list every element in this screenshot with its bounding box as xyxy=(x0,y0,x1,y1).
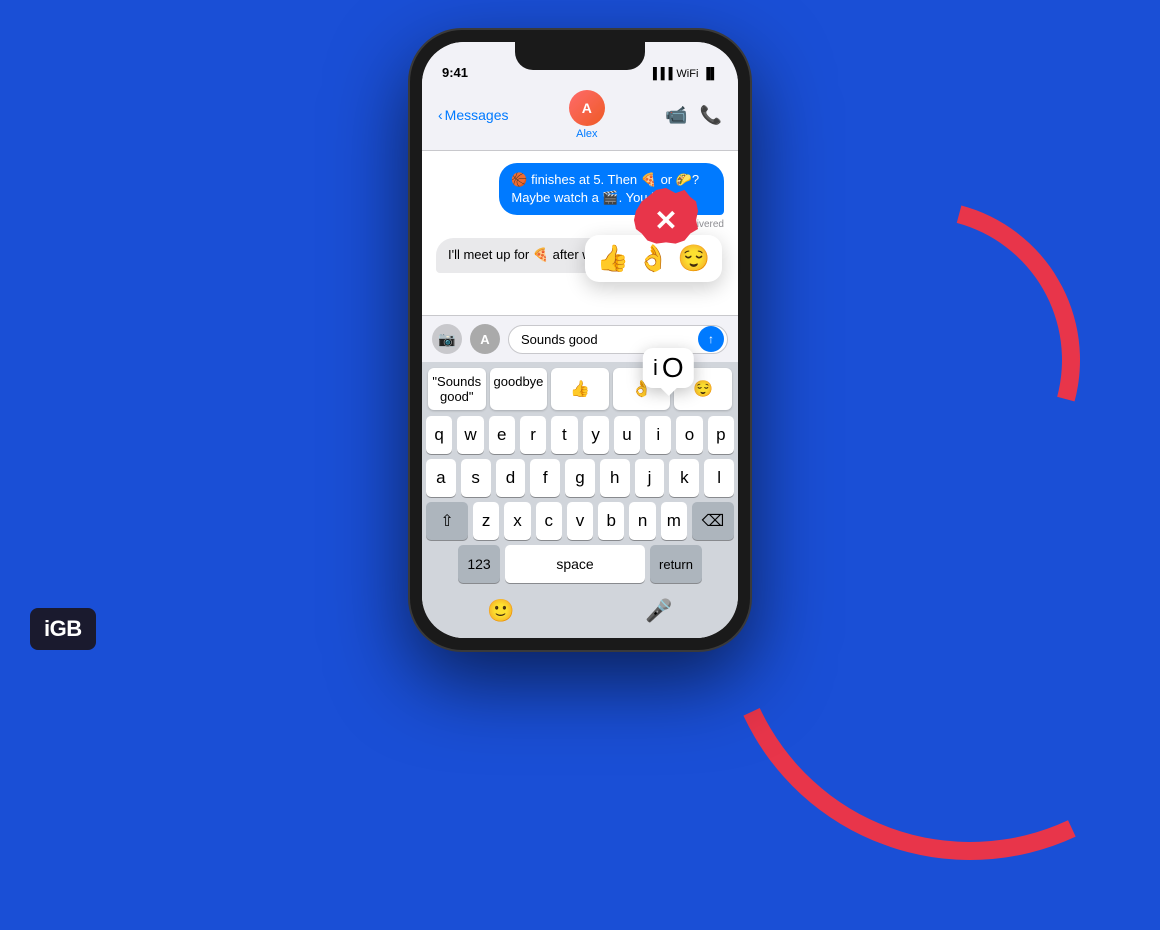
keyboard-row-1: q w e r t y u i i O o p xyxy=(426,416,734,454)
key-y[interactable]: y xyxy=(583,416,609,454)
messages-header: ‹ Messages A Alex 📹 📞 xyxy=(422,86,738,151)
popup-i: i xyxy=(653,357,658,379)
key-e[interactable]: e xyxy=(489,416,515,454)
predictive-sounds-good[interactable]: "Sounds good" xyxy=(428,368,486,410)
popup-O: O xyxy=(662,354,684,382)
key-d[interactable]: d xyxy=(496,459,526,497)
key-p[interactable]: p xyxy=(708,416,734,454)
predictive-thumbsup[interactable]: 👍 xyxy=(551,368,609,410)
phone-screen: 9:41 ▐▐▐ WiFi ▐▌ ‹ Messages A Alex 📹 📞 xyxy=(422,42,738,638)
status-time: 9:41 xyxy=(442,65,468,80)
key-b[interactable]: b xyxy=(598,502,624,540)
battery-icon: ▐▌ xyxy=(702,68,718,80)
app-icon: A xyxy=(480,332,489,347)
key-c[interactable]: c xyxy=(536,502,562,540)
key-i[interactable]: i i O xyxy=(645,416,671,454)
key-o[interactable]: o xyxy=(676,416,702,454)
emoji-thumbsup[interactable]: 👍 xyxy=(597,243,629,274)
key-q[interactable]: q xyxy=(426,416,452,454)
num-key[interactable]: 123 xyxy=(458,545,500,583)
camera-button[interactable]: 📷 xyxy=(432,324,462,354)
key-h[interactable]: h xyxy=(600,459,630,497)
keyboard-row-3: ⇧ z x c v b n m ⌫ xyxy=(426,502,734,540)
phone-call-icon[interactable]: 📞 xyxy=(700,105,722,126)
app-button[interactable]: A xyxy=(470,324,500,354)
compose-input-wrapper: ↑ xyxy=(508,325,728,354)
compose-input[interactable] xyxy=(508,325,728,354)
status-icons: ▐▐▐ WiFi ▐▌ xyxy=(649,68,718,80)
back-button[interactable]: ‹ Messages xyxy=(438,107,508,123)
key-t[interactable]: t xyxy=(551,416,577,454)
space-key[interactable]: space xyxy=(505,545,645,583)
key-x[interactable]: x xyxy=(504,502,530,540)
signal-icon: ▐▐▐ xyxy=(649,68,672,80)
shift-key[interactable]: ⇧ xyxy=(426,502,468,540)
send-icon: ↑ xyxy=(708,332,714,346)
key-a[interactable]: a xyxy=(426,459,456,497)
key-u[interactable]: u xyxy=(614,416,640,454)
return-key[interactable]: return xyxy=(650,545,702,583)
emoji-keyboard-icon[interactable]: 🙂 xyxy=(487,598,514,624)
camera-icon: 📷 xyxy=(438,331,455,348)
video-call-icon[interactable]: 📹 xyxy=(665,105,687,126)
key-popup: i O xyxy=(643,348,694,388)
close-icon: ✕ xyxy=(654,204,677,237)
bottom-bar: 🙂 🎤 xyxy=(422,592,738,638)
send-button[interactable]: ↑ xyxy=(698,326,724,352)
key-l[interactable]: l xyxy=(704,459,734,497)
mic-icon[interactable]: 🎤 xyxy=(645,598,672,624)
emoji-ok[interactable]: 👌 xyxy=(637,243,669,274)
wifi-icon: WiFi xyxy=(676,68,698,80)
decorative-arc-mid xyxy=(701,141,1138,578)
contact-info[interactable]: A Alex xyxy=(569,90,605,140)
chevron-left-icon: ‹ xyxy=(438,107,443,123)
keyboard-row-2: a s d f g h j k l xyxy=(426,459,734,497)
key-f[interactable]: f xyxy=(530,459,560,497)
predictive-goodbye[interactable]: goodbye xyxy=(490,368,548,410)
key-m[interactable]: m xyxy=(661,502,687,540)
key-s[interactable]: s xyxy=(461,459,491,497)
contact-avatar: A xyxy=(569,90,605,126)
key-g[interactable]: g xyxy=(565,459,595,497)
key-j[interactable]: j xyxy=(635,459,665,497)
igb-logo: iGB xyxy=(30,608,96,650)
keyboard-row-4: 123 space return xyxy=(426,545,734,583)
phone-device: 9:41 ▐▐▐ WiFi ▐▌ ‹ Messages A Alex 📹 📞 xyxy=(410,30,750,650)
phone-notch xyxy=(515,42,645,70)
delete-key[interactable]: ⌫ xyxy=(692,502,734,540)
back-label: Messages xyxy=(445,107,509,123)
key-v[interactable]: v xyxy=(567,502,593,540)
emoji-relieved[interactable]: 😌 xyxy=(678,243,710,274)
key-r[interactable]: r xyxy=(520,416,546,454)
key-z[interactable]: z xyxy=(473,502,499,540)
header-actions: 📹 📞 xyxy=(665,105,722,126)
key-k[interactable]: k xyxy=(669,459,699,497)
contact-name: Alex xyxy=(569,128,605,140)
key-w[interactable]: w xyxy=(457,416,483,454)
keyboard: "Sounds good" goodbye 👍 👌 😌 q w e r t y … xyxy=(422,362,738,592)
key-n[interactable]: n xyxy=(629,502,655,540)
decorative-arc-tl xyxy=(0,0,450,390)
